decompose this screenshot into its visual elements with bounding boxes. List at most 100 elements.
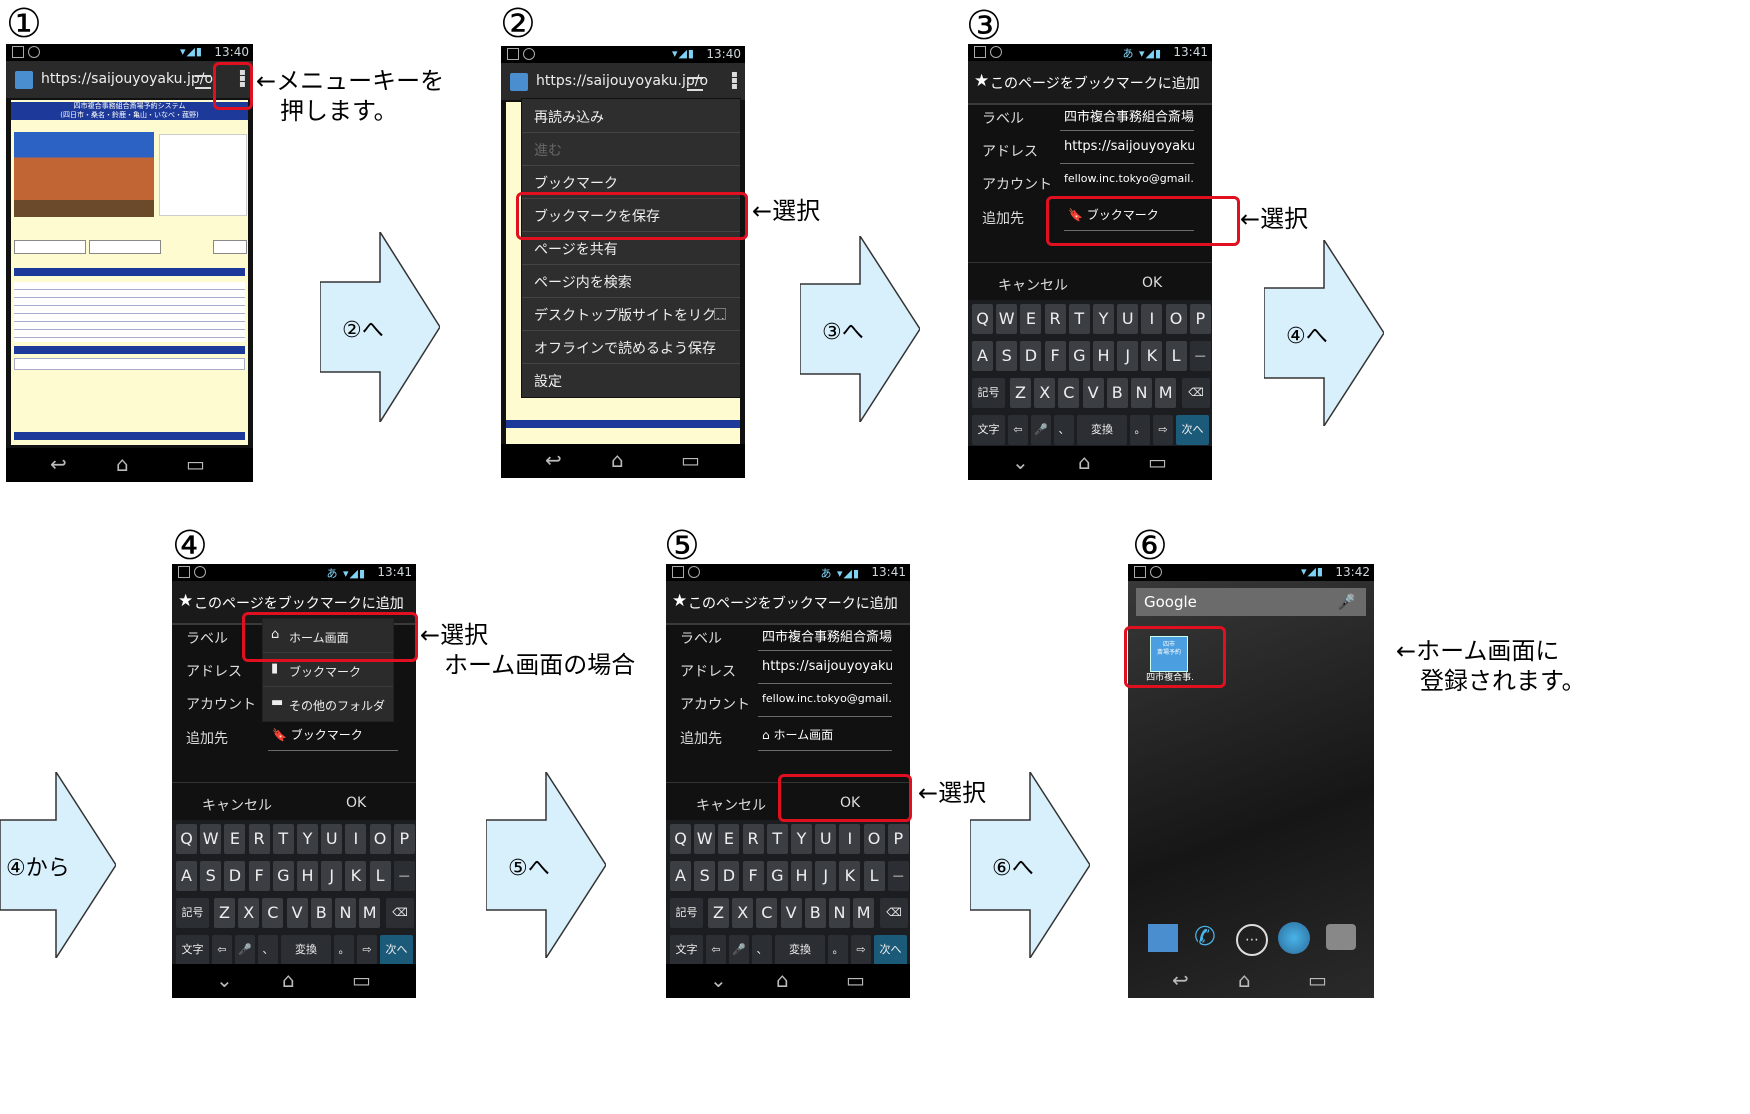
web-button[interactable] <box>14 240 86 254</box>
key-x[interactable]: X <box>732 898 754 928</box>
key-a[interactable]: A <box>972 341 993 371</box>
key-w[interactable]: W <box>996 304 1018 334</box>
key-c[interactable]: C <box>756 898 778 928</box>
cancel-button[interactable]: キャンセル <box>998 275 1068 295</box>
home-icon[interactable]: ⌂ <box>1238 968 1251 992</box>
left-arrow-icon[interactable]: ⇦ <box>706 935 726 965</box>
app-drawer-icon[interactable]: ⋯ <box>1236 924 1268 956</box>
key-f[interactable]: F <box>742 861 764 891</box>
key-q[interactable]: Q <box>972 304 993 334</box>
ok-button[interactable]: OK <box>1142 275 1162 291</box>
account-select[interactable]: fellow.inc.tokyo@gmail.. <box>1060 172 1194 197</box>
key-j[interactable]: J <box>321 861 343 891</box>
key-e[interactable]: E <box>1020 304 1042 334</box>
recents-icon[interactable]: ▭ <box>1308 968 1327 992</box>
key-y[interactable]: Y <box>297 824 318 854</box>
key-g[interactable]: G <box>766 861 788 891</box>
key-convert[interactable]: 変換 <box>281 935 331 965</box>
key-p[interactable]: P <box>887 824 909 854</box>
menu-item-find-in-page[interactable]: ページ内を検索 <box>522 264 740 298</box>
ok-button[interactable]: OK <box>346 795 366 811</box>
account-select[interactable]: fellow.inc.tokyo@gmail.. <box>758 692 892 717</box>
key-dash[interactable]: — <box>887 861 909 891</box>
mic-icon[interactable]: 🎤 <box>729 935 749 965</box>
key-o[interactable]: O <box>369 824 391 854</box>
back-icon[interactable]: ⌄ <box>1012 450 1029 474</box>
key-n[interactable]: N <box>335 898 356 928</box>
label-input[interactable]: 四市複合事務組合斎場: <box>1060 106 1194 131</box>
key-next[interactable]: 次へ <box>874 935 907 965</box>
key-m[interactable]: M <box>359 898 381 928</box>
key-r[interactable]: R <box>1044 304 1066 334</box>
key-s[interactable]: S <box>200 861 222 891</box>
mic-icon[interactable]: 🎤 <box>235 935 255 965</box>
key-v[interactable]: V <box>286 898 308 928</box>
key-z[interactable]: Z <box>1010 378 1031 408</box>
home-icon[interactable]: ⌂ <box>611 448 624 472</box>
settings-icon[interactable] <box>1148 924 1178 952</box>
key-next[interactable]: 次へ <box>1176 415 1209 445</box>
back-icon[interactable]: ⌄ <box>216 968 233 992</box>
key-convert[interactable]: 変換 <box>1077 415 1127 445</box>
key-u[interactable]: U <box>321 824 343 854</box>
right-arrow-icon[interactable]: ⇨ <box>357 935 377 965</box>
destination-select[interactable]: ⌂ ホーム画面 <box>758 726 892 751</box>
key-p[interactable]: P <box>393 824 415 854</box>
right-arrow-icon[interactable]: ⇨ <box>851 935 871 965</box>
key-q[interactable]: Q <box>670 824 691 854</box>
key-a[interactable]: A <box>670 861 691 891</box>
destination-select[interactable]: 🔖 ブックマーク <box>268 726 398 751</box>
key-d[interactable]: D <box>224 861 246 891</box>
menu-item-request-desktop[interactable]: デスクトップ版サイトをリク.. <box>522 297 740 331</box>
key-f[interactable]: F <box>248 861 270 891</box>
backspace-key[interactable]: ⌫ <box>386 898 414 928</box>
key-u[interactable]: U <box>815 824 837 854</box>
key-h[interactable]: H <box>791 861 812 891</box>
key-convert[interactable]: 変換 <box>775 935 825 965</box>
back-icon[interactable]: ↩ <box>50 452 67 476</box>
key-o[interactable]: O <box>1165 304 1187 334</box>
mic-icon[interactable]: 🎤 <box>1031 415 1051 445</box>
key-y[interactable]: Y <box>1093 304 1114 334</box>
recents-icon[interactable]: ▭ <box>352 968 371 992</box>
left-arrow-icon[interactable]: ⇦ <box>1008 415 1028 445</box>
tabs-icon[interactable] <box>195 75 211 89</box>
key-b[interactable]: B <box>1106 378 1128 408</box>
login-button[interactable] <box>213 240 247 254</box>
menu-item-reload[interactable]: 再読み込み <box>522 99 740 133</box>
key-symbols[interactable]: 記号 <box>176 898 209 928</box>
menu-item-settings[interactable]: 設定 <box>522 363 740 396</box>
address-input[interactable]: https://saijouyoyaku.jp. <box>758 659 892 684</box>
key-dash[interactable]: — <box>1189 341 1211 371</box>
key-k[interactable]: K <box>839 861 861 891</box>
key-l[interactable]: L <box>863 861 885 891</box>
browser-icon[interactable] <box>1278 922 1310 954</box>
label-input[interactable]: 四市複合事務組合斎場: <box>758 626 892 651</box>
key-j[interactable]: J <box>815 861 837 891</box>
key-b[interactable]: B <box>804 898 826 928</box>
key-dash[interactable]: — <box>393 861 415 891</box>
checkbox[interactable] <box>714 308 726 320</box>
home-icon[interactable]: ⌂ <box>282 968 295 992</box>
address-input[interactable]: https://saijouyoyaku.jp. <box>1060 139 1194 164</box>
key-b[interactable]: B <box>310 898 332 928</box>
key-j[interactable]: J <box>1117 341 1139 371</box>
menu-item-forward[interactable]: 進む <box>522 132 740 166</box>
tabs-icon[interactable] <box>687 77 703 91</box>
google-search-bar[interactable]: Google 🎤 <box>1136 588 1366 616</box>
overflow-menu-icon[interactable]: ▪ ▪ ▪ <box>731 70 738 92</box>
back-icon[interactable]: ⌄ <box>710 968 727 992</box>
key-u[interactable]: U <box>1117 304 1139 334</box>
key-next[interactable]: 次へ <box>380 935 413 965</box>
key-y[interactable]: Y <box>791 824 812 854</box>
home-icon[interactable]: ⌂ <box>116 452 129 476</box>
key-n[interactable]: N <box>1131 378 1152 408</box>
key-m[interactable]: M <box>853 898 875 928</box>
key-h[interactable]: H <box>297 861 318 891</box>
key-s[interactable]: S <box>996 341 1018 371</box>
key-m[interactable]: M <box>1155 378 1177 408</box>
key-g[interactable]: G <box>272 861 294 891</box>
key-i[interactable]: I <box>1141 304 1163 334</box>
key-i[interactable]: I <box>839 824 861 854</box>
key-n[interactable]: N <box>829 898 850 928</box>
